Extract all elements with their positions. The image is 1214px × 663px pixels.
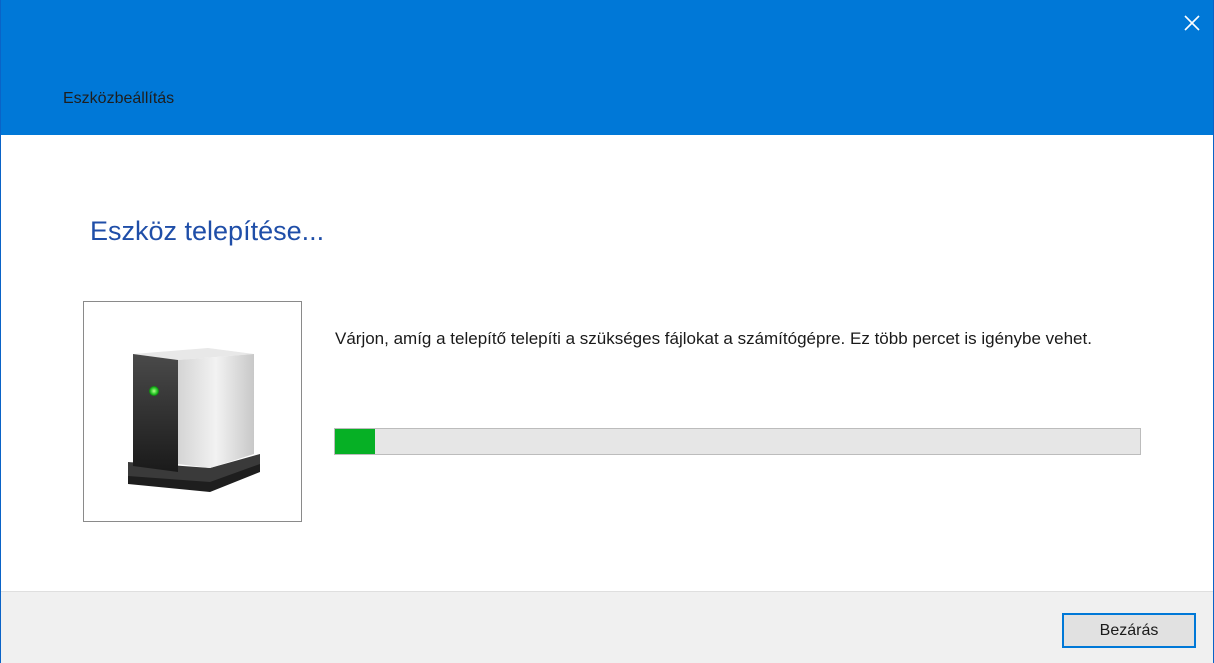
- status-message: Várjon, amíg a telepítő telepíti a szüks…: [335, 329, 1092, 348]
- dialog-footer: [1, 591, 1213, 663]
- install-progress-bar: [334, 428, 1141, 455]
- window-close-button[interactable]: [1169, 0, 1213, 46]
- close-icon: [1184, 15, 1200, 31]
- device-image-frame: [83, 301, 302, 522]
- page-heading: Eszköz telepítése...: [90, 216, 325, 246]
- close-button[interactable]: Bezárás: [1062, 613, 1196, 648]
- progress-fill: [335, 429, 376, 454]
- storage-device-icon: [128, 348, 260, 492]
- title-bar: Eszközbeállítás: [1, 0, 1213, 135]
- window-title: Eszközbeállítás: [63, 90, 175, 107]
- setup-window: Eszközbeállítás Eszköz telepítése... Vár…: [0, 0, 1214, 663]
